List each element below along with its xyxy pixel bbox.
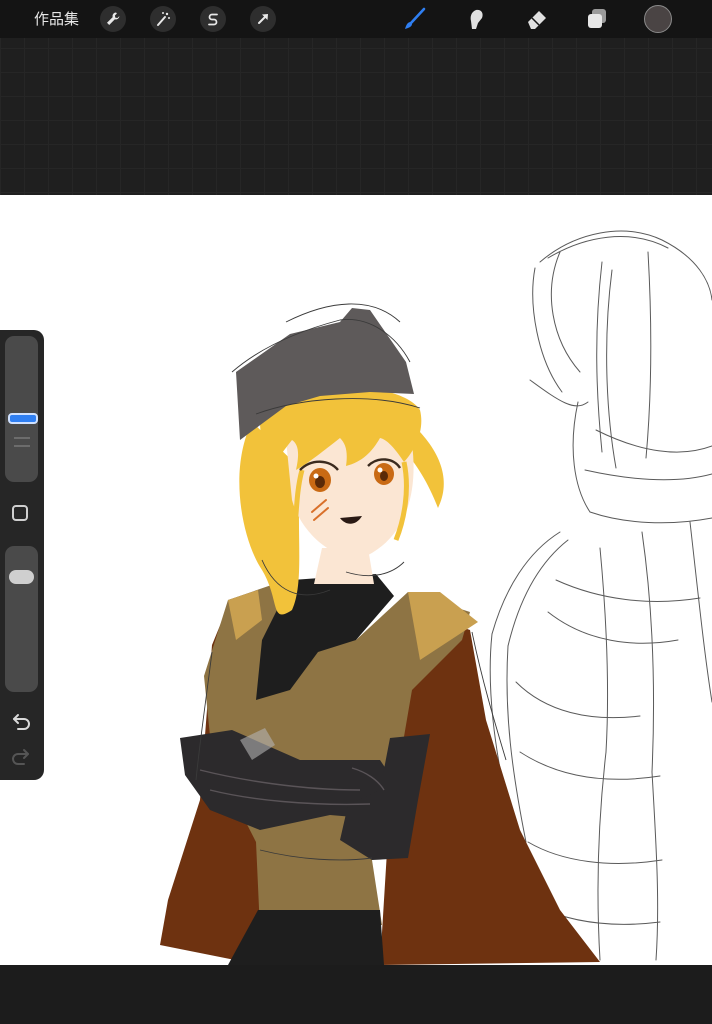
artwork: [160, 230, 712, 965]
gallery-button[interactable]: 作品集: [34, 9, 79, 29]
selection-button[interactable]: [200, 6, 226, 32]
redo-icon[interactable]: [10, 746, 32, 768]
layers-button[interactable]: [582, 4, 612, 34]
wrench-icon: [107, 12, 120, 25]
brush-size-knob[interactable]: [8, 413, 38, 425]
brush-tool-button[interactable]: [400, 4, 430, 34]
smudge-tool-button[interactable]: [460, 4, 490, 34]
eraser-icon: [528, 11, 546, 29]
eraser-tool-button[interactable]: [522, 4, 552, 34]
top-toolbar: 作品集: [0, 0, 712, 38]
smudge-finger-icon: [470, 9, 483, 29]
adjustments-button[interactable]: [150, 6, 176, 32]
undo-icon[interactable]: [10, 711, 32, 733]
bottom-area: [0, 965, 712, 1024]
selection-s-icon: [208, 13, 218, 26]
color-swatch-button[interactable]: [644, 5, 672, 33]
actions-button[interactable]: [100, 6, 126, 32]
size-notch: [14, 445, 30, 447]
size-notch: [14, 437, 30, 439]
drawing-canvas[interactable]: [0, 195, 712, 965]
layers-icon: [588, 9, 606, 28]
arrow-cursor-icon: [258, 14, 268, 24]
brush-icon: [405, 7, 426, 29]
transform-button[interactable]: [250, 6, 276, 32]
brush-size-slider[interactable]: [5, 336, 38, 482]
brush-opacity-slider[interactable]: [5, 546, 38, 692]
modify-button[interactable]: [12, 505, 28, 521]
magic-wand-icon: [157, 12, 170, 26]
brush-opacity-knob[interactable]: [9, 570, 34, 585]
left-sidebar: [0, 330, 44, 780]
